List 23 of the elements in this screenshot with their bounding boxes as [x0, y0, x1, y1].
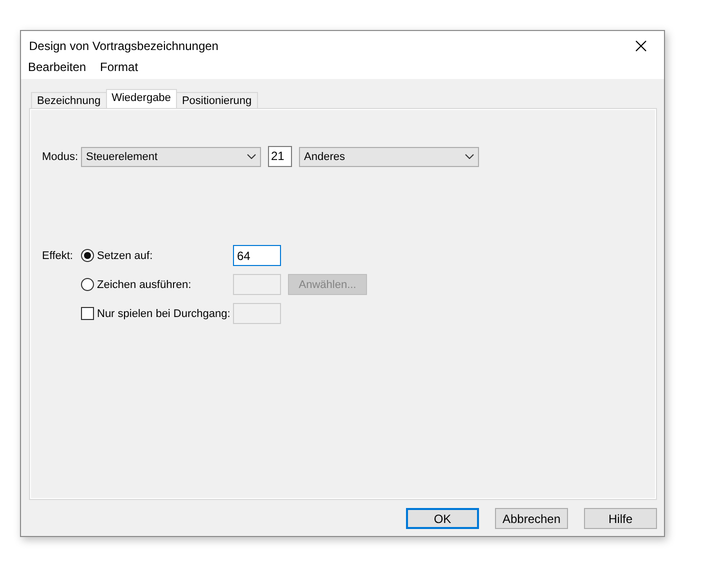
menu-item[interactable]: Format — [100, 60, 138, 74]
mode-dropdown[interactable]: Steuerelement — [81, 146, 261, 166]
dialog-button[interactable]: Hilfe — [584, 508, 657, 529]
tab[interactable]: Positionierung — [176, 92, 258, 108]
tab[interactable]: Bezeichnung — [31, 92, 107, 108]
checkbox[interactable] — [81, 307, 94, 320]
window-title: Design von Vortragsbezeichnungen — [29, 38, 218, 53]
option-label: Nur spielen bei Durchgang: — [97, 308, 230, 320]
dialog-button[interactable]: Abbrechen — [495, 508, 568, 529]
option-label: Zeichen ausführen: — [97, 278, 192, 290]
close-icon — [635, 40, 647, 52]
radio-button[interactable] — [81, 249, 94, 262]
dialog-button[interactable]: OK — [406, 508, 479, 529]
chevron-down-icon — [247, 154, 256, 159]
type-dropdown[interactable]: Anderes — [299, 146, 479, 166]
menu-item[interactable]: Bearbeiten — [28, 60, 86, 74]
radio-button[interactable] — [81, 278, 94, 291]
chevron-down-icon — [465, 154, 474, 159]
field-label: Effekt: — [42, 250, 74, 262]
input-field[interactable]: 64 — [233, 245, 281, 266]
tab[interactable]: Wiedergabe — [106, 89, 177, 108]
option-label: Setzen auf: — [97, 250, 153, 262]
number-field[interactable]: 21 — [268, 146, 292, 167]
